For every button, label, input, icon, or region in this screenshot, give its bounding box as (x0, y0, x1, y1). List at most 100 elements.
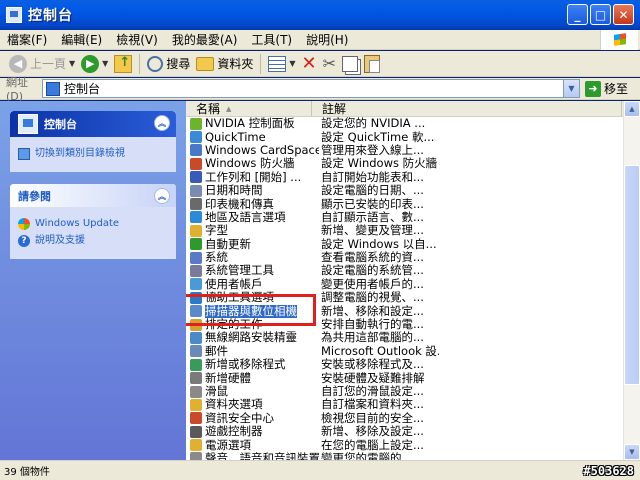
folders-button[interactable]: 資料夾 (193, 53, 256, 75)
views-dropdown-icon[interactable]: ▼ (289, 59, 295, 68)
delete-button[interactable]: ✕ (299, 53, 320, 75)
item-name-cell[interactable]: Windows 防火牆 (186, 157, 319, 170)
list-item[interactable]: 無線網路安裝精靈 為共用這部電腦的... (186, 331, 622, 344)
windows-update-link[interactable]: Windows Update (18, 217, 170, 230)
item-name-cell[interactable]: 聲音、語音和音訊裝置 (186, 452, 319, 460)
switch-category-view-link[interactable]: 切換到類別目錄檢視 (18, 147, 170, 160)
item-name-cell[interactable]: 電源選項 (186, 439, 319, 452)
list-item[interactable]: 新增硬體 安裝硬體及疑難排解 (186, 371, 622, 385)
control-panel-item-icon (190, 144, 202, 157)
item-name: Windows 防火牆 (205, 157, 295, 171)
menu-tools[interactable]: 工具(T) (244, 31, 299, 48)
list-item[interactable]: 郵件 Microsoft Outlook 設... (186, 345, 622, 358)
cut-button[interactable]: ✂ (320, 53, 339, 75)
address-input[interactable]: 控制台 ▼ (42, 79, 580, 98)
list-item[interactable]: Windows 防火牆 設定 Windows 防火牆 (186, 157, 622, 170)
item-name-cell[interactable]: 工作列和 [開始] ... (186, 171, 319, 184)
list-item[interactable]: 字型 新增、變更及管理... (186, 224, 622, 237)
menu-help[interactable]: 說明(H) (299, 31, 355, 48)
address-dropdown-icon[interactable]: ▼ (563, 80, 579, 97)
menu-edit[interactable]: 編輯(E) (54, 31, 109, 48)
item-name-cell[interactable]: QuickTime (186, 131, 319, 144)
item-name-cell[interactable]: 自動更新 (186, 238, 319, 251)
list-item[interactable]: 資訊安全中心 檢視您目前的安全... (186, 412, 622, 425)
item-name-cell[interactable]: NVIDIA 控制面板 (186, 117, 319, 130)
go-button[interactable]: ➜ 移至 (585, 80, 628, 97)
column-header-name[interactable]: 名稱 ▲ (186, 101, 312, 116)
control-panel-section: 控制台 ︽ 切換到類別目錄檢視 (10, 111, 176, 172)
item-name-cell[interactable]: 無線網路安裝精靈 (186, 331, 319, 344)
control-panel-icon (18, 114, 38, 134)
item-name-cell[interactable]: 新增或移除程式 (186, 358, 319, 371)
item-name-cell[interactable]: 系統 (186, 251, 319, 264)
item-comment: 設定電腦的日期、... (321, 184, 424, 198)
item-name-cell[interactable]: 資料夾選項 (186, 398, 319, 411)
list-item[interactable]: 遊戲控制器 新增、移除及設定... (186, 425, 622, 438)
scroll-thumb[interactable] (624, 165, 640, 385)
copy-button[interactable] (339, 53, 361, 75)
list-item[interactable]: 使用者帳戶 變更使用者帳戶的... (186, 278, 622, 291)
see-also-section-header[interactable]: 請參閱 ︽ (10, 184, 176, 207)
list-item[interactable]: 電源選項 在您的電腦上設定... (186, 438, 622, 452)
menu-favorites[interactable]: 我的最愛(A) (165, 31, 245, 48)
up-button[interactable] (111, 53, 135, 75)
list-item[interactable]: 工作列和 [開始] ... 自訂開始功能表和... (186, 171, 622, 184)
forward-button[interactable]: ▶ ▼ (78, 53, 111, 75)
collapse-chevron-icon[interactable]: ︽ (154, 115, 170, 131)
list-item[interactable]: 自動更新 設定 Windows 以自... (186, 238, 622, 251)
vertical-scrollbar[interactable]: ▲ ▼ (623, 101, 640, 460)
list-item[interactable]: 印表機和傳真 顯示已安裝的印表... (186, 197, 622, 211)
scroll-down-icon[interactable]: ▼ (624, 444, 640, 460)
item-name: 滑鼠 (205, 385, 228, 398)
item-name-cell[interactable]: Windows CardSpace (186, 144, 319, 157)
list-item[interactable]: 日期和時間 設定電腦的日期、... (186, 184, 622, 197)
minimize-button[interactable]: _ (567, 4, 588, 25)
collapse-chevron-icon[interactable]: ︽ (154, 188, 170, 204)
address-value: 控制台 (64, 82, 101, 96)
list-item[interactable]: 系統 查看電腦系統的資... (186, 251, 622, 264)
object-count: 39 個物件 (4, 467, 50, 478)
item-name-cell[interactable]: 日期和時間 (186, 184, 319, 197)
control-panel-item-icon (190, 251, 202, 264)
search-button[interactable]: 搜尋 (144, 53, 193, 75)
item-name-cell[interactable]: 使用者帳戶 (186, 278, 319, 291)
close-button[interactable]: ✕ (613, 4, 634, 25)
list-item[interactable]: QuickTime 設定 QuickTime 軟... (186, 130, 622, 144)
column-header-comment[interactable]: 註解 (312, 101, 622, 116)
control-panel-item-icon (190, 398, 202, 411)
control-panel-item-icon (190, 439, 202, 452)
item-name-cell[interactable]: 資訊安全中心 (186, 412, 319, 425)
item-name-cell[interactable]: 字型 (186, 224, 319, 237)
back-button[interactable]: ◀ 上一頁 ▼ (6, 53, 78, 75)
control-panel-section-header[interactable]: 控制台 ︽ (10, 111, 176, 137)
maximize-button[interactable]: □ (590, 4, 611, 25)
views-button[interactable]: ▼ (265, 53, 298, 75)
scroll-up-icon[interactable]: ▲ (624, 101, 640, 117)
folder-up-icon (114, 54, 133, 73)
help-support-link[interactable]: ? 說明及支援 (18, 234, 170, 247)
item-name-cell[interactable]: 系統管理工具 (186, 264, 319, 277)
list-item[interactable]: NVIDIA 控制面板 設定您的 NVIDIA ... (186, 117, 622, 130)
task-pane: 控制台 ︽ 切換到類別目錄檢視 請參閱 ︽ Windows Update ? 說… (0, 101, 186, 460)
item-name-cell[interactable]: 滑鼠 (186, 385, 319, 398)
toolbar-separator (260, 53, 262, 74)
paste-button[interactable] (361, 53, 383, 75)
list-item[interactable]: Windows CardSpace 管理用來登入線上... (186, 144, 622, 157)
list-item[interactable]: 地區及語言選項 自訂顯示語言、數... (186, 211, 622, 224)
list-item[interactable]: 滑鼠 自訂您的滑鼠設定... (186, 385, 622, 398)
item-name: 電源選項 (205, 438, 251, 452)
title-bar[interactable]: 控制台 _ □ ✕ (0, 0, 640, 30)
menu-view[interactable]: 檢視(V) (109, 31, 165, 48)
list-item[interactable]: 資料夾選項 自訂檔案和資料夾... (186, 398, 622, 411)
item-name-cell[interactable]: 郵件 (186, 345, 319, 358)
item-name-cell[interactable]: 新增硬體 (186, 372, 319, 385)
back-dropdown-icon[interactable]: ▼ (69, 59, 75, 68)
list-item[interactable]: 系統管理工具 設定電腦的系統管... (186, 264, 622, 277)
item-name-cell[interactable]: 遊戲控制器 (186, 425, 319, 438)
item-name-cell[interactable]: 地區及語言選項 (186, 211, 319, 224)
list-item[interactable]: 新增或移除程式 安裝或移除程式及... (186, 358, 622, 371)
item-name-cell[interactable]: 印表機和傳真 (186, 198, 319, 211)
forward-dropdown-icon[interactable]: ▼ (102, 59, 108, 68)
menu-file[interactable]: 檔案(F) (0, 31, 54, 48)
list-item[interactable]: 聲音、語音和音訊裝置 變更您的電腦的... (186, 452, 622, 460)
